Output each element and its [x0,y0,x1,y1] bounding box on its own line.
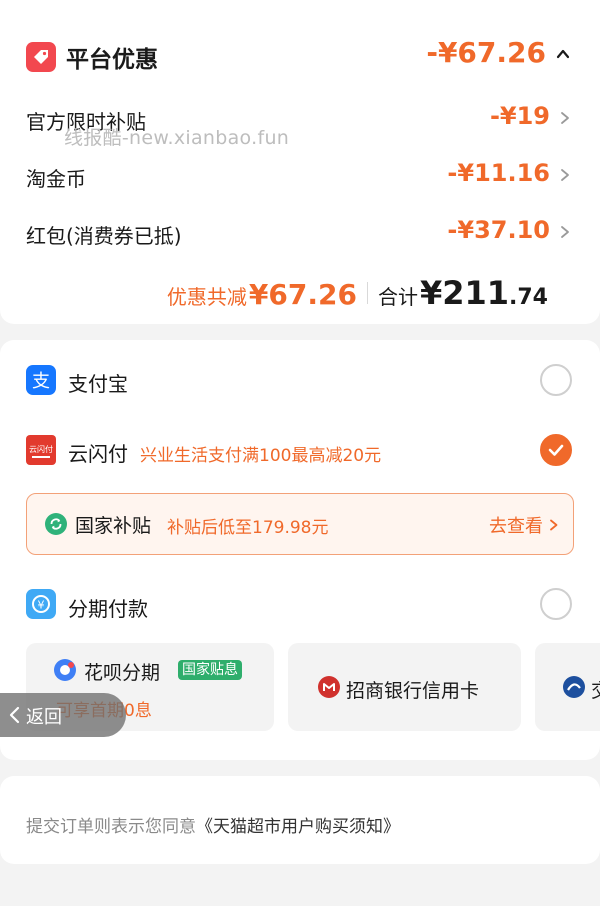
discount-tag-icon [26,42,56,72]
back-button[interactable]: 返回 [0,693,126,737]
plan-title-bocom: 交 [591,676,600,703]
saved-label: 优惠共减 [166,285,247,309]
installment-icon: ¥ [26,589,56,619]
total-value-decimal: .74 [509,285,548,310]
plan-title-cmb: 招商银行信用卡 [346,680,480,702]
discount-header-title: 平台优惠 [66,47,158,73]
watermark-text: 线报酷-new.xianbao.fun [64,127,290,149]
discount-header-amount[interactable]: -¥67.26 [426,36,546,69]
huabei-icon [54,659,76,681]
terms-prefix: 提交订单则表示您同意 [26,817,196,837]
alipay-label[interactable]: 支付宝 [68,368,128,397]
check-icon [548,444,564,456]
quickpass-radio[interactable] [540,434,572,466]
svg-text:云闪付: 云闪付 [29,444,53,454]
chevron-left-icon [9,706,20,724]
discount-card: 平台优惠 -¥67.26 官方限时补贴 -¥19 线报酷-new.xianbao… [0,0,600,324]
subsidy-title: 国家补贴 [75,515,152,537]
total-label: 合计 [377,285,418,309]
plan-badge-interest: 国家贴息 [178,660,242,680]
refresh-icon [45,513,67,535]
alipay-radio[interactable] [540,364,572,396]
total-value: ¥211 [419,274,510,312]
terms-text: 提交订单则表示您同意《天猫超市用户购买须知》 [26,812,400,837]
discount-item-label-redpacket: 红包(消费券已抵) [26,224,182,248]
cmb-icon [318,676,340,698]
installment-radio[interactable] [540,588,572,620]
subsidy-view-link[interactable]: 去查看 [489,512,543,538]
quickpass-label[interactable]: 云闪付 [68,438,128,467]
chevron-right-icon[interactable] [548,519,560,531]
quickpass-icon: 云闪付 [26,435,56,465]
chevron-up-icon[interactable] [555,46,571,62]
svg-text:支: 支 [32,371,50,392]
plan-card-bocom[interactable]: 交 [535,643,600,731]
national-subsidy-banner[interactable]: 国家补贴 补贴后低至179.98元 去查看 [26,493,574,555]
discount-item-label-coins: 淘金币 [26,167,86,191]
installment-label[interactable]: 分期付款 [68,593,148,622]
terms-card: 提交订单则表示您同意《天猫超市用户购买须知》 [0,776,600,864]
discount-item-amount-coins[interactable]: -¥11.16 [447,159,550,187]
terms-link[interactable]: 《天猫超市用户购买须知》 [196,817,400,837]
saved-value: ¥67.26 [248,278,357,311]
discount-item-amount-subsidy[interactable]: -¥19 [490,102,550,130]
quickpass-promo-text: 兴业生活支付满100最高减20元 [140,446,382,466]
svg-text:¥: ¥ [38,599,45,612]
alipay-icon: 支 [26,365,56,395]
plan-card-cmb[interactable]: 招商银行信用卡 [288,643,521,731]
chevron-right-icon[interactable] [558,168,572,182]
order-summary: 优惠共减 ¥67.26 合计 ¥211 .74 [167,274,548,312]
bocom-icon [563,676,585,698]
plan-title-huabei: 花呗分期 [84,662,161,684]
back-button-label: 返回 [26,707,62,728]
chevron-right-icon[interactable] [558,111,572,125]
subsidy-description: 补贴后低至179.98元 [167,518,329,538]
summary-divider [366,282,368,304]
discount-item-amount-redpacket[interactable]: -¥37.10 [447,216,550,244]
chevron-right-icon[interactable] [558,225,572,239]
